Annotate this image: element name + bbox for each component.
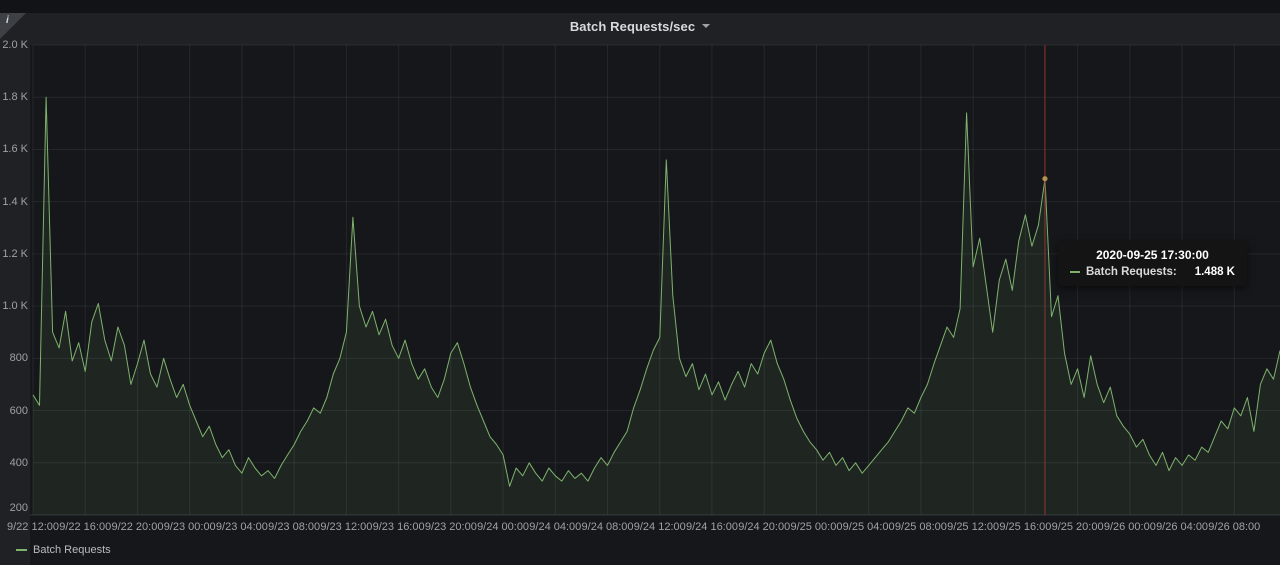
legend-series-label: Batch Requests	[33, 544, 111, 556]
tooltip-series-label: Batch Requests:	[1085, 265, 1177, 278]
legend-item-batch-requests[interactable]: Batch Requests	[16, 544, 111, 556]
y-axis-tick-label: 800	[9, 352, 28, 365]
x-axis-tick-label: 9/26 08:00	[1208, 521, 1261, 533]
legend-series-dash-icon	[16, 549, 27, 551]
y-axis-tick-label: 1.2 K	[2, 247, 28, 260]
y-axis-tick-label: 1.0 K	[2, 300, 28, 313]
y-axis-tick-label: 600	[9, 404, 28, 417]
series-color-dash-icon	[1069, 270, 1080, 273]
tooltip-timestamp: 2020-09-25 17:30:00	[1096, 247, 1209, 262]
hover-point-marker	[1042, 176, 1048, 182]
y-axis-tick-label: 200	[9, 502, 28, 514]
y-axis-tick-label: 1.6 K	[2, 143, 28, 156]
y-axis-tick-label: 1.4 K	[2, 195, 28, 208]
y-axis-tick-label: 2.0 K	[2, 39, 28, 51]
y-axis-tick-label: 1.8 K	[2, 91, 28, 104]
y-axis-tick-label: 400	[9, 456, 28, 469]
tooltip-value: 1.488 K	[1194, 265, 1235, 278]
tooltip: 2020-09-25 17:30:00 Batch Requests: 1.48…	[1057, 240, 1247, 286]
